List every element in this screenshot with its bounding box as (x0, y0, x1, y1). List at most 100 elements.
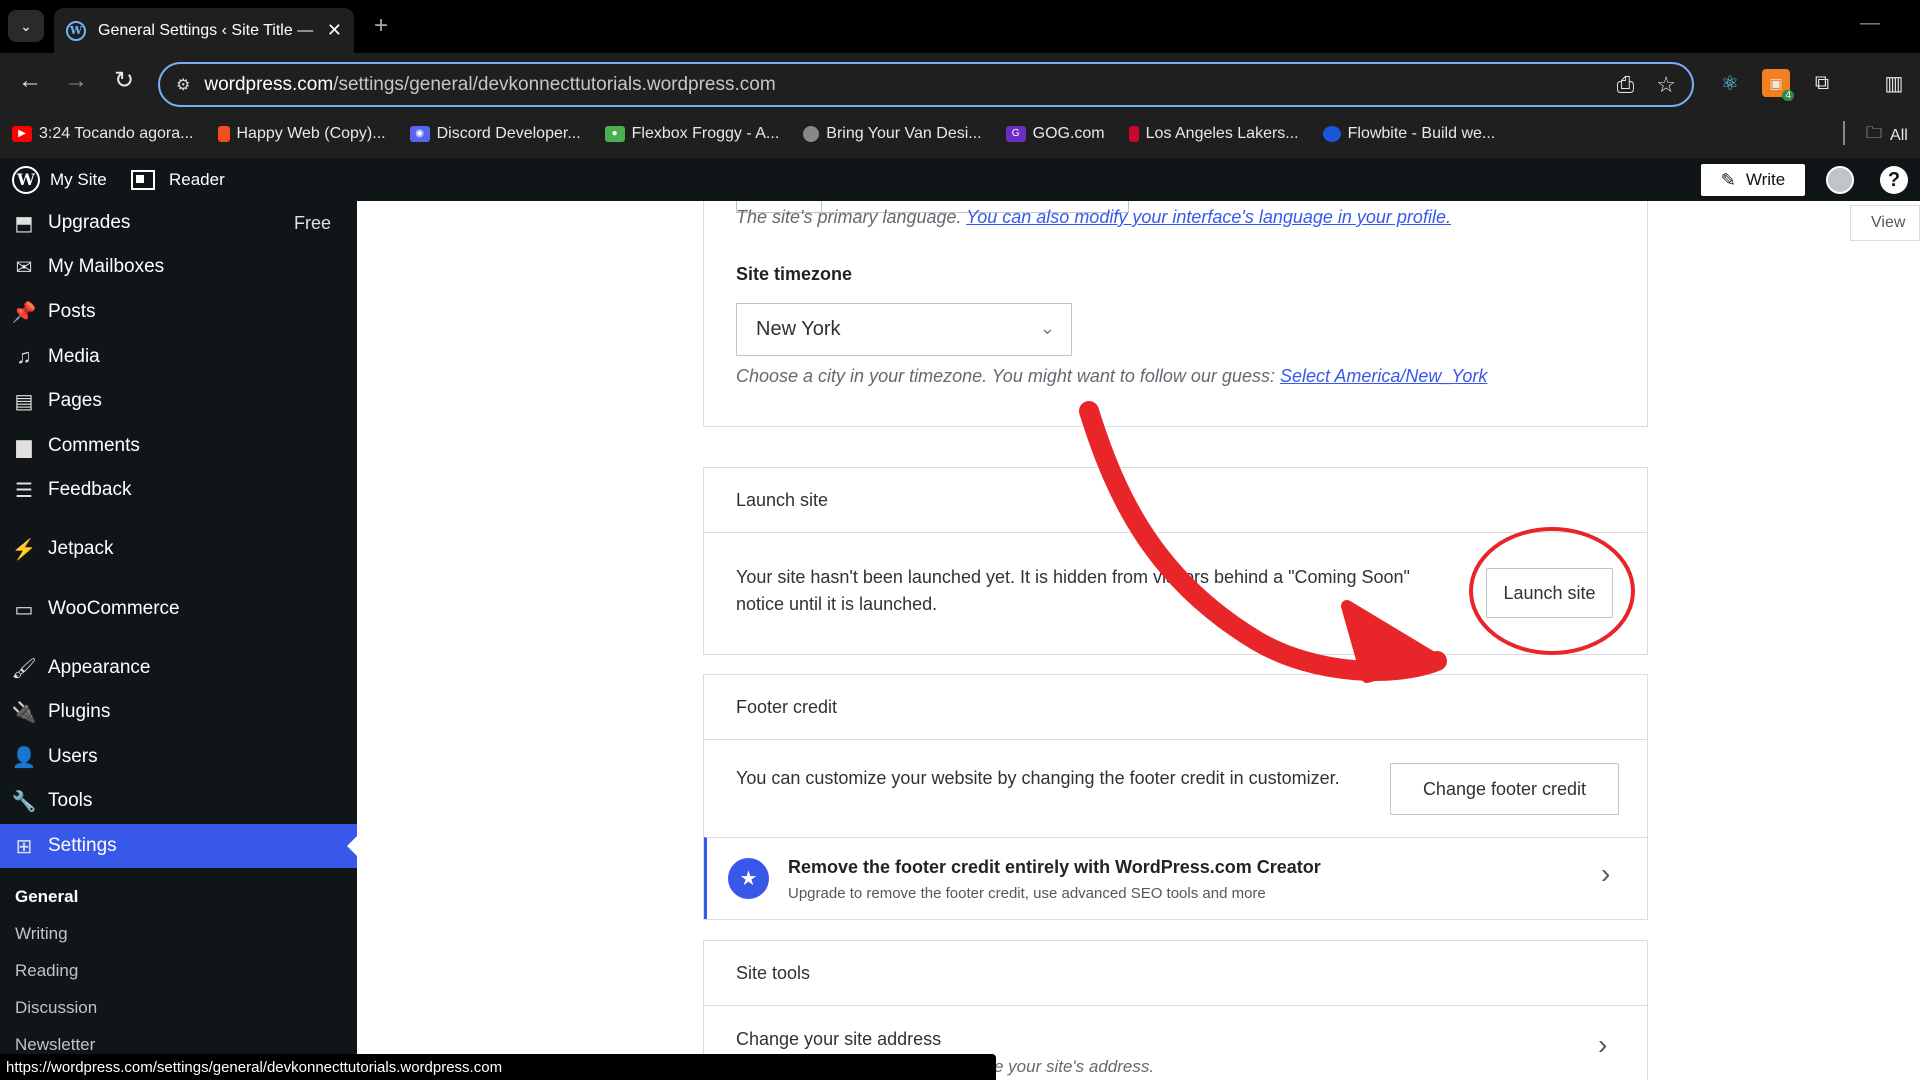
change-footer-credit-button[interactable]: Change footer credit (1390, 763, 1619, 815)
launch-site-button[interactable]: Launch site (1486, 568, 1613, 618)
launch-site-text-line2: notice until it is launched. (736, 594, 938, 614)
sidebar-item-tools[interactable]: 🔧 Tools (0, 779, 357, 823)
bookmark-item[interactable]: ◉ Discord Developer... (409, 125, 581, 143)
change-address-title: Change your site address (736, 1029, 942, 1049)
bookmark-item[interactable]: ▶ 3:24 Tocando agora... (12, 125, 194, 143)
install-app-icon[interactable]: ⎙ (1617, 72, 1635, 98)
bookmarks-separator (1843, 121, 1845, 145)
sidebar-item-label: WooCommerce (48, 598, 180, 619)
sidebar-item-label: Jetpack (48, 538, 114, 559)
sidebar-item-pages[interactable]: ▤ Pages (0, 379, 357, 423)
all-bookmarks-button[interactable]: 🗀 All (1866, 122, 1908, 149)
reader-button[interactable]: Reader (131, 158, 225, 201)
sidebar-item-woocommerce[interactable]: ▭ WooCommerce (0, 587, 357, 631)
bookmark-label: Los Angeles Lakers... (1145, 124, 1299, 142)
wordpress-favicon-icon: W (66, 20, 86, 41)
bookmark-item[interactable]: G GOG.com (1005, 124, 1105, 143)
reader-label: Reader (169, 169, 225, 189)
main-content: View The site's primary language. You ca… (357, 201, 1920, 1080)
sidebar-item-label: Appearance (48, 657, 151, 678)
footer-credit-header: Footer credit (704, 675, 1647, 740)
timezone-guess-link[interactable]: Select America/New_York (1280, 366, 1487, 386)
sidebar-item-media[interactable]: ♫ Media (0, 335, 357, 379)
sidebar-item-plugins[interactable]: 🔌 Plugins (0, 690, 357, 734)
bookmark-item[interactable]: Bring Your Van Desi... (803, 125, 982, 143)
woo-icon: ▭ (14, 598, 34, 621)
frog-icon: ● (604, 125, 625, 142)
address-bar[interactable]: ⚙ wordpress.com/settings/general/devkonn… (158, 62, 1694, 107)
bookmark-label: Flexbox Froggy - A... (631, 124, 780, 142)
extensions-puzzle-icon[interactable]: ⧉ (1808, 69, 1836, 97)
react-devtools-icon[interactable]: ⚛ (1716, 69, 1744, 97)
bookmark-item[interactable]: Happy Web (Copy)... (217, 125, 386, 143)
sidebar-item-comments[interactable]: ▆ Comments (0, 424, 357, 468)
plugin-icon: 🔌 (11, 701, 37, 724)
wrench-icon: 🔧 (11, 790, 37, 813)
tab-search-button[interactable]: ⌄ (8, 10, 44, 42)
flowbite-icon (1322, 125, 1341, 142)
submenu-general[interactable]: General (15, 887, 78, 907)
my-site-button[interactable]: W My Site (12, 158, 107, 201)
sidebar-item-label: Plugins (48, 701, 111, 722)
sidebar-item-posts[interactable]: 📌 Posts (0, 290, 357, 334)
bookmark-label: 3:24 Tocando agora... (39, 124, 194, 142)
language-profile-link[interactable]: You can also modify your interface's lan… (966, 207, 1451, 227)
view-label: View (1871, 214, 1906, 231)
extension-icon[interactable]: ▣ 4 (1762, 69, 1794, 101)
submenu-newsletter[interactable]: Newsletter (15, 1035, 95, 1055)
close-tab-icon[interactable]: ✕ (327, 20, 342, 41)
sidebar-item-label: Comments (48, 435, 140, 456)
minimize-window-button[interactable]: — (1860, 12, 1880, 35)
bookmark-star-icon[interactable]: ☆ (1656, 72, 1676, 98)
bookmark-item[interactable]: Flowbite - Build we... (1322, 124, 1496, 143)
brush-icon: 🖌 (11, 657, 37, 680)
bookmark-item[interactable]: ● Flexbox Froggy - A... (604, 124, 780, 143)
footer-upsell-nudge[interactable]: ★ Remove the footer credit entirely with… (704, 837, 1647, 919)
folder-icon: 🗀 (1866, 125, 1883, 142)
new-tab-button[interactable]: + (374, 12, 388, 40)
upgrades-icon: ⬒ (14, 212, 34, 235)
wp-admin-bar: W My Site Reader ✎ Write ? (0, 158, 1920, 201)
bookmark-label: Flowbite - Build we... (1347, 124, 1496, 142)
bookmark-item[interactable]: Los Angeles Lakers... (1128, 124, 1299, 143)
address-url[interactable]: wordpress.com/settings/general/devkonnec… (204, 74, 1594, 96)
timezone-select[interactable]: New York ⌄ (736, 303, 1072, 356)
write-button[interactable]: ✎ Write (1701, 164, 1805, 196)
figma-icon (217, 125, 230, 142)
site-info-icon[interactable]: ⚙ (176, 75, 190, 95)
sidebar-item-upgrades[interactable]: ⬒ Upgrades Free (0, 201, 357, 245)
sidebar-item-label: Media (48, 346, 100, 367)
upsell-subtitle: Upgrade to remove the footer credit, use… (788, 885, 1266, 902)
sidebar-item-appearance[interactable]: 🖌 Appearance (0, 646, 357, 690)
sidebar-item-jetpack[interactable]: ⚡ Jetpack (0, 527, 357, 571)
wordpress-logo-icon: W (12, 165, 40, 194)
sidebar-item-my-mailboxes[interactable]: ✉ My Mailboxes (0, 245, 357, 289)
settings-icon: ⊞ (15, 835, 33, 858)
sidebar-item-label: Settings (48, 835, 117, 856)
feedback-icon: ☰ (15, 479, 33, 502)
chevron-right-icon: › (1598, 1029, 1608, 1060)
sidebar-item-label: Upgrades (48, 212, 131, 233)
submenu-reading[interactable]: Reading (15, 961, 78, 981)
sidebar-item-label: My Mailboxes (48, 256, 165, 277)
view-site-button[interactable]: View (1850, 205, 1920, 241)
forward-button[interactable]: → (62, 67, 90, 95)
sidebar-item-users[interactable]: 👤 Users (0, 735, 357, 779)
bookmark-label: GOG.com (1032, 124, 1105, 142)
change-address-subtitle: e your site's address. (994, 1057, 1155, 1076)
footer-credit-card: Footer credit You can customize your web… (703, 674, 1648, 920)
language-help: The site's primary language. (736, 207, 962, 227)
browser-toolbar: ← → ↻ ⚙ wordpress.com/settings/general/d… (0, 53, 1920, 109)
pen-icon: ✎ (1720, 169, 1736, 190)
reload-button[interactable]: ↻ (110, 67, 138, 95)
sidebar-item-feedback[interactable]: ☰ Feedback (0, 468, 357, 512)
avatar[interactable] (1826, 166, 1854, 194)
browser-tab-active[interactable]: W General Settings ‹ Site Title — W ✕ (54, 8, 354, 53)
submenu-writing[interactable]: Writing (15, 924, 68, 944)
sidebar-item-label: Users (48, 746, 98, 767)
side-panel-icon[interactable]: ▥ (1880, 69, 1908, 97)
help-icon[interactable]: ? (1880, 166, 1908, 194)
back-button[interactable]: ← (16, 67, 44, 95)
submenu-discussion[interactable]: Discussion (15, 998, 97, 1018)
sidebar-item-settings[interactable]: ⊞ Settings (0, 824, 357, 868)
